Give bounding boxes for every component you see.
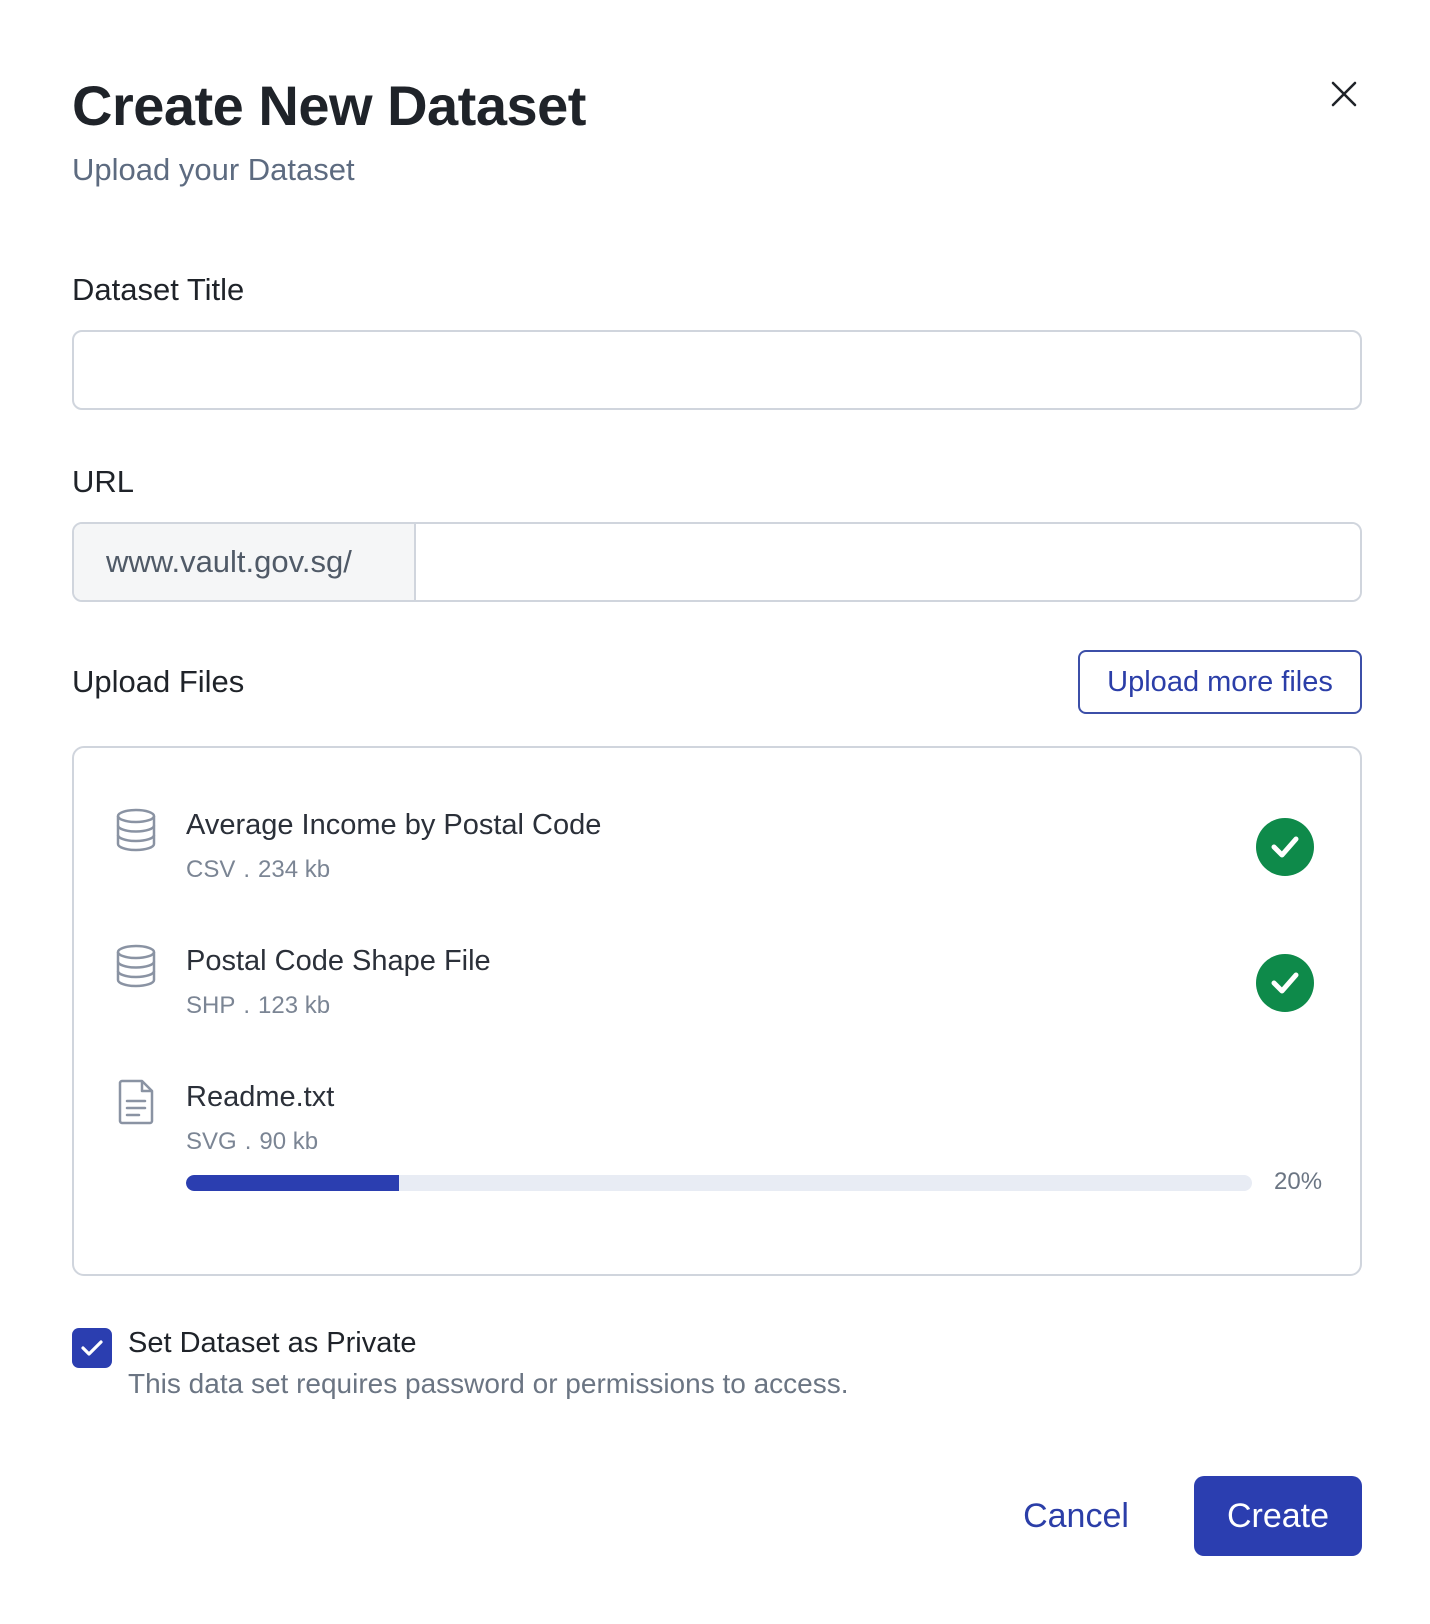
create-dataset-dialog: Create New Dataset Upload your Dataset D… bbox=[0, 0, 1430, 1624]
dialog-title: Create New Dataset bbox=[72, 74, 586, 137]
file-size: 90 kb bbox=[259, 1128, 319, 1155]
url-input[interactable] bbox=[416, 524, 1360, 600]
check-circle-icon bbox=[1256, 954, 1314, 1012]
file-meta: SVG. 90 kb bbox=[186, 1126, 318, 1158]
url-label: URL bbox=[72, 464, 135, 499]
private-checkbox-description: This data set requires password or permi… bbox=[128, 1368, 849, 1399]
document-icon bbox=[118, 1079, 154, 1125]
file-name: Readme.txt bbox=[186, 1081, 335, 1113]
file-size: 123 kb bbox=[258, 992, 331, 1019]
file-type: SVG bbox=[186, 1128, 237, 1155]
file-type: CSV bbox=[186, 856, 236, 883]
private-checkbox-label: Set Dataset as Private bbox=[128, 1327, 417, 1359]
dataset-title-input[interactable] bbox=[72, 330, 1362, 410]
url-field-group: www.vault.gov.sg/ bbox=[72, 522, 1362, 602]
checkmark-icon bbox=[81, 1340, 103, 1356]
create-button[interactable]: Create bbox=[1194, 1476, 1362, 1556]
file-meta: CSV. 234 kb bbox=[186, 854, 330, 886]
close-button[interactable] bbox=[1322, 72, 1366, 116]
file-name: Average Income by Postal Code bbox=[186, 809, 602, 841]
private-checkbox[interactable] bbox=[72, 1328, 112, 1368]
file-list: Average Income by Postal Code CSV. 234 kb… bbox=[72, 746, 1362, 1276]
upload-progress-percent: 20% bbox=[1274, 1168, 1323, 1195]
file-meta: SHP. 123 kb bbox=[186, 990, 330, 1022]
upload-progress-bar bbox=[186, 1175, 1252, 1191]
meta-separator: . bbox=[243, 856, 251, 883]
file-type: SHP bbox=[186, 992, 236, 1019]
url-prefix: www.vault.gov.sg/ bbox=[74, 524, 416, 600]
database-icon bbox=[116, 944, 156, 988]
file-size: 234 kb bbox=[258, 856, 331, 883]
dataset-title-label: Dataset Title bbox=[72, 272, 245, 307]
database-icon bbox=[116, 808, 156, 852]
dialog-subtitle: Upload your Dataset bbox=[72, 152, 355, 187]
upload-files-label: Upload Files bbox=[72, 664, 245, 699]
check-circle-icon bbox=[1256, 818, 1314, 876]
meta-separator: . bbox=[243, 992, 251, 1019]
meta-separator: . bbox=[244, 1128, 252, 1155]
upload-more-files-button[interactable]: Upload more files bbox=[1078, 650, 1362, 714]
file-name: Postal Code Shape File bbox=[186, 945, 491, 977]
upload-progress-fill bbox=[186, 1175, 400, 1191]
close-icon bbox=[1331, 81, 1357, 107]
cancel-button[interactable]: Cancel bbox=[1006, 1476, 1146, 1556]
